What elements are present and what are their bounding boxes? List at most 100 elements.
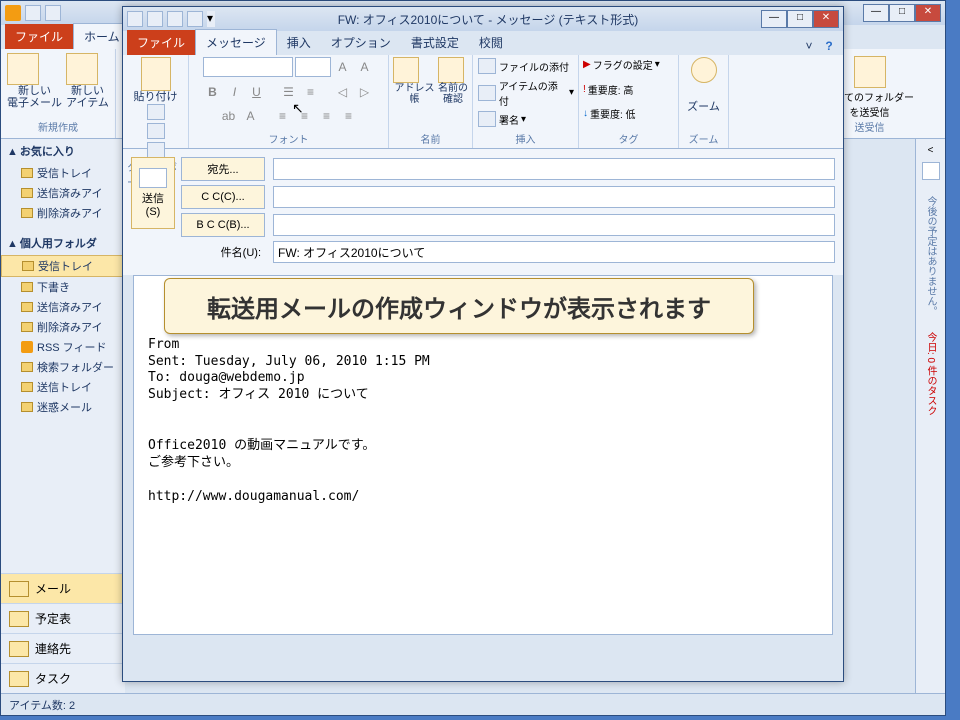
bcc-button[interactable]: B C C(B)... — [181, 213, 265, 237]
group-sr-label: 送受信 — [855, 119, 885, 134]
signature-icon[interactable] — [478, 111, 496, 127]
msg-tab-insert[interactable]: 挿入 — [277, 30, 321, 55]
ribbon-collapse-icon[interactable]: ˅ — [801, 39, 817, 55]
numbering-icon[interactable]: ≡ — [301, 82, 321, 102]
nav-contacts[interactable]: 連絡先 — [1, 633, 125, 663]
nav-search[interactable]: 検索フォルダー — [1, 357, 124, 377]
importance-low-label[interactable]: 重要度: 低 — [590, 106, 636, 121]
to-button[interactable]: 宛先... — [181, 157, 265, 181]
underline-button[interactable]: U — [247, 82, 267, 102]
tutorial-callout: 転送用メールの作成ウィンドウが表示されます — [164, 278, 754, 334]
tab-file[interactable]: ファイル — [5, 24, 73, 49]
cut-icon[interactable] — [147, 104, 165, 120]
font-size-select[interactable] — [295, 57, 331, 77]
new-items-icon[interactable] — [66, 53, 98, 85]
bold-button[interactable]: B — [203, 82, 223, 102]
dedent-icon[interactable]: ◁ — [333, 82, 353, 102]
align-right-icon[interactable]: ≡ — [317, 106, 337, 126]
font-name-select[interactable] — [203, 57, 293, 77]
nav-calendar[interactable]: 予定表 — [1, 603, 125, 633]
msg-close-button[interactable]: ✕ — [813, 10, 839, 28]
new-email-icon[interactable] — [7, 53, 39, 85]
outlook-app-icon — [5, 5, 21, 21]
subject-field[interactable] — [273, 241, 835, 263]
cc-button[interactable]: C C(C)... — [181, 185, 265, 209]
to-field[interactable] — [273, 158, 835, 180]
msg-tab-review[interactable]: 校閲 — [469, 30, 513, 55]
nav-outbox[interactable]: 送信トレイ — [1, 377, 124, 397]
group-new-label: 新規作成 — [38, 119, 78, 134]
font-color-icon[interactable]: A — [241, 106, 261, 126]
addressbook-icon[interactable] — [393, 57, 419, 83]
msg-tab-options[interactable]: オプション — [321, 30, 401, 55]
checkname-icon[interactable] — [438, 57, 464, 83]
grow-font-icon[interactable]: A — [333, 57, 353, 77]
nav-sent-fav[interactable]: 送信済みアイ — [1, 183, 124, 203]
attach-file-icon[interactable] — [478, 58, 496, 74]
close-button[interactable]: ✕ — [915, 4, 941, 22]
help-icon[interactable]: ? — [821, 39, 837, 55]
calendar-peek-icon[interactable] — [922, 162, 940, 180]
mail-icon — [9, 581, 29, 597]
right-pane: < 今後の予定はありません。 今日: 0 件のタスク — [915, 139, 945, 693]
maximize-button[interactable]: □ — [889, 4, 915, 22]
tasks-icon — [9, 671, 29, 687]
msg-tab-format[interactable]: 書式設定 — [401, 30, 469, 55]
italic-button[interactable]: I — [225, 82, 245, 102]
shrink-font-icon[interactable]: A — [355, 57, 375, 77]
attach-file-label[interactable]: ファイルの添付 — [499, 59, 569, 74]
copy-icon[interactable] — [147, 123, 165, 139]
qat-redo-icon[interactable] — [187, 11, 203, 27]
bcc-field[interactable] — [273, 214, 835, 236]
message-title: FW: オフィス2010について - メッセージ (テキスト形式) — [215, 11, 761, 28]
attach-item-icon[interactable] — [478, 85, 496, 101]
nav-deleted-fav[interactable]: 削除済みアイ — [1, 203, 124, 223]
highlight-icon[interactable]: ab — [219, 106, 239, 126]
align-center-icon[interactable]: ≡ — [295, 106, 315, 126]
signature-label[interactable]: 署名 — [499, 112, 519, 127]
msg-icon — [127, 11, 143, 27]
subject-label: 件名(U): — [181, 244, 265, 260]
paste-icon[interactable] — [141, 57, 171, 91]
nav-mail[interactable]: メール — [1, 573, 125, 603]
msg-minimize-button[interactable]: — — [761, 10, 787, 28]
nav-rss[interactable]: RSS フィード — [1, 337, 124, 357]
nav-inbox[interactable]: 受信トレイ — [1, 255, 124, 277]
message-window: ▾ FW: オフィス2010について - メッセージ (テキスト形式) — □ … — [122, 6, 844, 682]
align-left-icon[interactable]: ≡ — [273, 106, 293, 126]
nav-inbox-fav[interactable]: 受信トレイ — [1, 163, 124, 183]
indent-icon[interactable]: ▷ — [355, 82, 375, 102]
group-insert-label: 挿入 — [516, 131, 536, 146]
qat-save-icon[interactable] — [147, 11, 163, 27]
qat-send-receive-icon[interactable] — [25, 5, 41, 21]
send-receive-icon[interactable] — [854, 56, 886, 88]
status-bar: アイテム数: 2 — [1, 693, 945, 715]
right-collapse-icon[interactable]: < — [928, 145, 934, 156]
nav-deleted[interactable]: 削除済みアイ — [1, 317, 124, 337]
send-button[interactable]: 送信 (S) — [131, 157, 175, 229]
cc-field[interactable] — [273, 186, 835, 208]
nav-favorites-header[interactable]: ▲お気に入り — [1, 139, 124, 163]
right-text1: 今後の予定はありません。 — [923, 196, 938, 316]
nav-drafts[interactable]: 下書き — [1, 277, 124, 297]
nav-tasks[interactable]: タスク — [1, 663, 125, 693]
zoom-icon[interactable] — [691, 57, 717, 83]
msg-tab-file[interactable]: ファイル — [127, 30, 195, 55]
nav-junk[interactable]: 迷惑メール — [1, 397, 124, 417]
qat-undo-icon[interactable] — [167, 11, 183, 27]
align-justify-icon[interactable]: ≡ — [339, 106, 359, 126]
importance-high-label[interactable]: 重要度: 高 — [588, 82, 634, 97]
flag-label[interactable]: フラグの設定 — [593, 57, 653, 72]
bullets-icon[interactable]: ☰ — [279, 82, 299, 102]
msg-tab-message[interactable]: メッセージ — [195, 29, 277, 55]
send-envelope-icon — [139, 168, 167, 188]
attach-item-label[interactable]: アイテムの添付 — [499, 78, 567, 108]
qat-more-icon[interactable]: ▾ — [207, 11, 215, 27]
qat-undo-icon[interactable] — [45, 5, 61, 21]
format-painter-icon[interactable] — [147, 142, 165, 158]
msg-maximize-button[interactable]: □ — [787, 10, 813, 28]
calendar-icon — [9, 611, 29, 627]
nav-sent[interactable]: 送信済みアイ — [1, 297, 124, 317]
minimize-button[interactable]: — — [863, 4, 889, 22]
nav-personal-header[interactable]: ▲個人用フォルダ — [1, 231, 124, 255]
